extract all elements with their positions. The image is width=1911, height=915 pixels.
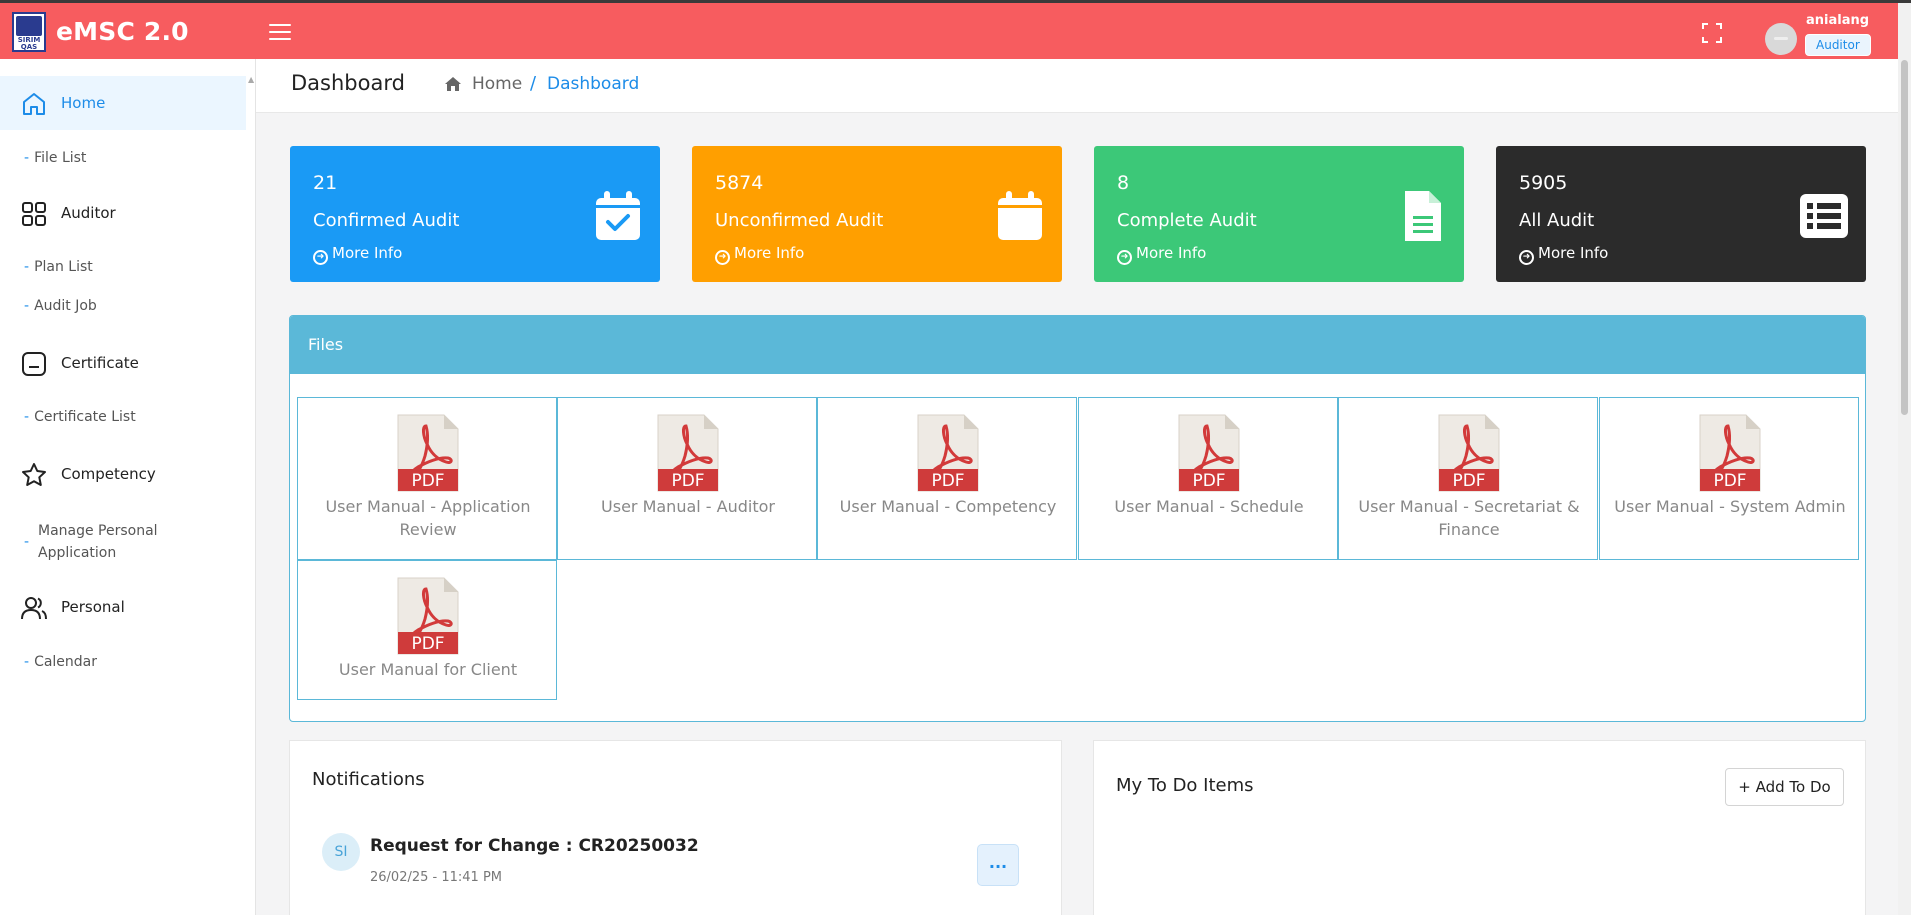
file-name: User Manual - Application Review (325, 497, 531, 539)
file-name: User Manual - System Admin (1614, 497, 1846, 516)
home-icon[interactable] (444, 75, 462, 93)
user-avatar[interactable] (1765, 23, 1797, 55)
file-name: User Manual - Secretariat & Finance (1358, 497, 1580, 539)
file-name: User Manual - Competency (839, 497, 1057, 516)
card-value: 5874 (715, 172, 764, 194)
pdf-icon: PDF (917, 414, 979, 492)
sidebar: ▲ Home - File List Auditor - Plan List - Au… (0, 59, 256, 915)
todo-title: My To Do Items (1116, 775, 1254, 796)
document-icon (1405, 191, 1441, 241)
file-tile[interactable]: PDF User Manual - Auditor (557, 397, 817, 560)
pdf-icon: PDF (397, 414, 459, 492)
more-info-link[interactable]: ➜ More Info (1519, 244, 1608, 265)
card-value: 8 (1117, 172, 1130, 194)
calendar-check-icon (596, 191, 640, 240)
files-title: Files (308, 335, 344, 354)
username[interactable]: anialang (1806, 13, 1869, 28)
breadcrumb-separator: / (530, 73, 537, 94)
card-label: All Audit (1519, 210, 1595, 231)
role-badge: Auditor (1805, 34, 1871, 56)
svg-text:PDF: PDF (1192, 471, 1225, 491)
file-tile[interactable]: PDF User Manual - System Admin (1599, 397, 1859, 560)
more-info-link[interactable]: ➜ More Info (313, 244, 402, 265)
breadcrumb-current: Dashboard (547, 74, 640, 94)
breadcrumb-home[interactable]: Home (472, 74, 522, 94)
pdf-icon: PDF (397, 577, 459, 655)
sidebar-item-personal[interactable]: Personal (0, 580, 246, 634)
card-confirmed-audit: 21 Confirmed Audit ➜ More Info (290, 146, 660, 282)
sidebar-item-plan-list[interactable]: - Plan List (24, 256, 93, 278)
notification-avatar: SI (322, 833, 360, 871)
sidebar-item-auditor[interactable]: Auditor (0, 186, 246, 240)
grid-icon (22, 202, 46, 226)
sidebar-item-calendar[interactable]: - Calendar (24, 651, 97, 673)
file-tile[interactable]: PDF User Manual for Client (297, 560, 557, 700)
add-todo-button[interactable]: + Add To Do (1725, 768, 1844, 806)
file-name: User Manual - Schedule (1114, 497, 1304, 516)
file-tile[interactable]: PDF User Manual - Secretariat & Finance (1338, 397, 1598, 560)
calendar-icon (998, 191, 1042, 240)
certificate-icon (22, 352, 46, 376)
app-logo: SIRIM QAS (12, 12, 46, 52)
page-title: Dashboard (291, 71, 405, 95)
home-icon (23, 93, 45, 115)
card-label: Complete Audit (1117, 210, 1257, 231)
sidebar-item-audit-job[interactable]: - Audit Job (24, 295, 97, 317)
file-tile[interactable]: PDF User Manual - Schedule (1078, 397, 1338, 560)
more-info-link[interactable]: ➜ More Info (1117, 244, 1206, 265)
svg-text:PDF: PDF (671, 471, 704, 491)
sidebar-item-certificate[interactable]: Certificate (0, 336, 246, 390)
card-value: 5905 (1519, 172, 1568, 194)
card-label: Unconfirmed Audit (715, 210, 884, 231)
sidebar-item-file-list[interactable]: - File List (24, 147, 86, 169)
pdf-icon: PDF (657, 414, 719, 492)
files-header: Files (290, 316, 1865, 374)
todo-panel: My To Do Items + Add To Do (1093, 740, 1866, 915)
notifications-title: Notifications (312, 769, 425, 790)
sidebar-item-manage-personal-application[interactable]: - Manage Personal Application (24, 520, 224, 564)
file-name: User Manual for Client (338, 660, 518, 679)
sidebar-item-label: Home (61, 94, 106, 112)
svg-text:PDF: PDF (931, 471, 964, 491)
svg-text:PDF: PDF (411, 471, 444, 491)
file-tile[interactable]: PDF User Manual - Competency (817, 397, 1077, 560)
top-bar: SIRIM QAS eMSC 2.0 anialang Auditor (0, 3, 1898, 59)
notification-title[interactable]: Request for Change : CR20250032 (370, 836, 699, 856)
page-header: Dashboard Home / Dashboard (256, 59, 1898, 113)
pdf-icon: PDF (1699, 414, 1761, 492)
sidebar-item-label: Personal (61, 598, 125, 616)
sidebar-item-label: Certificate (61, 354, 139, 372)
list-icon (1800, 194, 1848, 238)
fullscreen-icon[interactable] (1700, 21, 1724, 45)
sidebar-item-competency[interactable]: Competency (0, 447, 246, 501)
notification-more-button[interactable]: ... (977, 844, 1019, 886)
sidebar-scroll-indicator: ▲ (248, 75, 255, 84)
users-icon (21, 597, 47, 620)
sidebar-item-certificate-list[interactable]: - Certificate List (24, 406, 136, 428)
pdf-icon: PDF (1178, 414, 1240, 492)
notifications-panel: Notifications SI Request for Change : CR… (289, 740, 1062, 915)
card-value: 21 (313, 172, 338, 194)
card-complete-audit: 8 Complete Audit ➜ More Info (1094, 146, 1464, 282)
notification-timestamp: 26/02/25 - 11:41 PM (370, 870, 502, 885)
svg-text:PDF: PDF (1452, 471, 1485, 491)
pdf-icon: PDF (1438, 414, 1500, 492)
file-name: User Manual - Auditor (601, 497, 775, 516)
star-icon (22, 463, 46, 486)
sidebar-item-label: Competency (61, 465, 156, 483)
more-info-link[interactable]: ➜ More Info (715, 244, 804, 265)
menu-toggle-button[interactable] (269, 22, 293, 42)
card-label: Confirmed Audit (313, 210, 460, 231)
svg-text:PDF: PDF (1713, 471, 1746, 491)
file-tile[interactable]: PDF User Manual - Application Review (297, 397, 557, 560)
card-unconfirmed-audit: 5874 Unconfirmed Audit ➜ More Info (692, 146, 1062, 282)
page-scrollbar-thumb[interactable] (1901, 60, 1908, 415)
sidebar-item-home[interactable]: Home (0, 76, 246, 130)
svg-text:PDF: PDF (411, 634, 444, 654)
app-title: eMSC 2.0 (56, 17, 189, 46)
sidebar-item-label: Auditor (61, 204, 116, 222)
card-all-audit: 5905 All Audit ➜ More Info (1496, 146, 1866, 282)
